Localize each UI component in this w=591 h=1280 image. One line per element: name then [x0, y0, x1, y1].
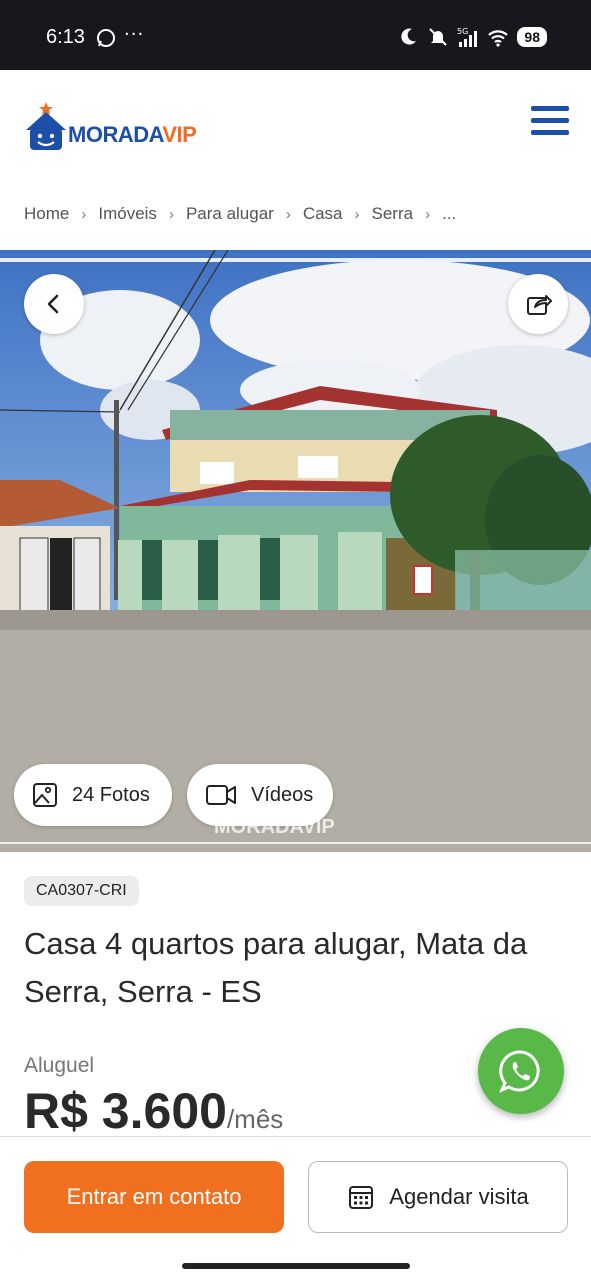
breadcrumb-imoveis[interactable]: Imóveis [98, 204, 157, 224]
status-bar: 6:13 ··· 5G 98 [0, 0, 591, 70]
contact-button[interactable]: Entrar em contato [24, 1161, 284, 1233]
moon-icon [401, 28, 417, 45]
battery-icon: 98 [517, 27, 547, 47]
breadcrumb-serra[interactable]: Serra [372, 204, 414, 224]
photos-button[interactable]: 24 Fotos [14, 764, 172, 826]
schedule-visit-label: Agendar visita [389, 1184, 529, 1209]
breadcrumb-separator: › [354, 205, 360, 223]
breadcrumb: Home › Imóveis › Para alugar › Casa › Se… [24, 204, 456, 224]
videos-label: Vídeos [251, 783, 314, 806]
share-icon [527, 295, 552, 315]
logo-text: MORADAVIP [68, 122, 197, 148]
image-icon [33, 783, 57, 807]
house-photo-illustration [0, 250, 591, 852]
moradavip-logo[interactable]: MORADAVIP [24, 98, 214, 158]
whatsapp-button[interactable] [478, 1028, 564, 1114]
signal-icon: 5G [457, 27, 478, 47]
site-header: MORADAVIP [0, 70, 591, 188]
price-value: R$ 3.600 [24, 1083, 227, 1139]
breadcrumb-casa[interactable]: Casa [303, 204, 343, 224]
video-camera-icon [206, 785, 236, 805]
status-time: 6:13 [46, 26, 85, 48]
photos-label: 24 Fotos [72, 783, 150, 806]
breadcrumb-separator: › [168, 205, 174, 223]
logo-text-vip: VIP [162, 122, 197, 147]
property-photo[interactable]: 24 Fotos Vídeos MORADAVIP [0, 250, 591, 852]
price-unit: /mês [226, 1104, 284, 1134]
breadcrumb-separator: › [81, 205, 87, 223]
breadcrumb-home[interactable]: Home [24, 204, 69, 224]
home-indicator[interactable] [182, 1263, 410, 1269]
schedule-visit-button[interactable]: Agendar visita [308, 1161, 568, 1233]
whatsapp-icon [97, 29, 115, 47]
chevron-left-icon [47, 294, 59, 314]
back-button[interactable] [24, 274, 84, 334]
breadcrumb-para-alugar[interactable]: Para alugar [186, 204, 274, 224]
status-icons: 5G 98 [397, 24, 547, 50]
listing-code-badge: CA0307-CRI [24, 876, 139, 906]
breadcrumb-more[interactable]: ... [442, 204, 456, 224]
svg-text:5G: 5G [457, 27, 468, 36]
rent-label: Aluguel [24, 1054, 95, 1077]
share-button[interactable] [508, 274, 568, 334]
photo-watermark: MORADAVIP [214, 816, 335, 838]
breadcrumb-separator: › [425, 205, 431, 223]
rent-price: R$ 3.600/mês [24, 1082, 283, 1140]
bottom-action-bar: Entrar em contato Agendar visita [0, 1136, 591, 1280]
breadcrumb-separator: › [285, 205, 291, 223]
logo-text-morada: MORADA [68, 122, 163, 147]
wifi-icon [488, 30, 509, 47]
bell-off-icon [429, 28, 448, 46]
house-logo-icon [26, 102, 66, 150]
status-overflow: ··· [124, 24, 145, 45]
calendar-icon [349, 1186, 374, 1209]
listing-title: Casa 4 quartos para alugar, Mata da Serr… [24, 926, 528, 1009]
whatsapp-icon [499, 1050, 540, 1093]
hamburger-icon[interactable] [531, 106, 569, 140]
